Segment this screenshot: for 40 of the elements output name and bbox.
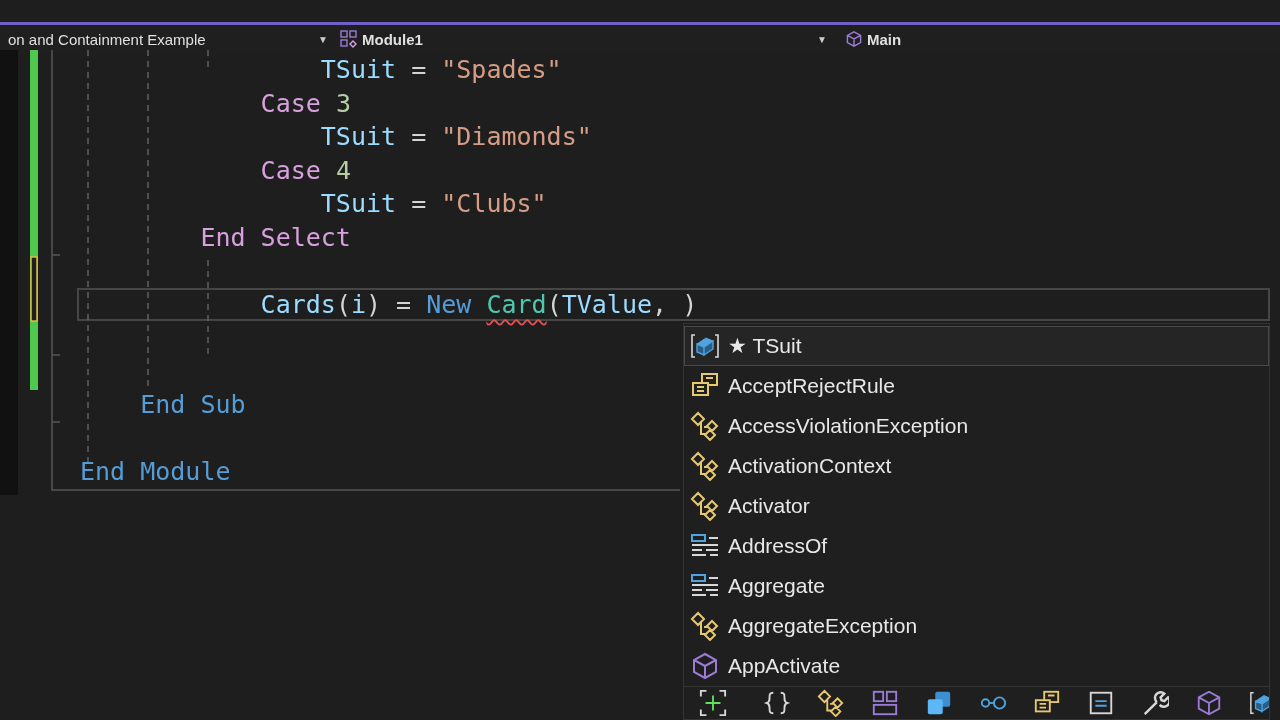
member-dropdown[interactable]: Main xyxy=(867,30,902,48)
grid-icon[interactable] xyxy=(871,689,899,717)
code-line: End Select xyxy=(200,222,351,252)
wrench-icon[interactable] xyxy=(1141,689,1169,717)
document-icon[interactable] xyxy=(1087,689,1115,717)
cube-icon xyxy=(690,651,720,681)
squares-icon[interactable] xyxy=(925,689,953,717)
completion-item[interactable]: ★ TSuit xyxy=(684,326,1269,366)
completion-item[interactable]: Activator xyxy=(684,486,1269,526)
class-icon xyxy=(817,689,845,717)
completion-item[interactable]: AggregateException xyxy=(684,606,1269,646)
expand-icon[interactable] xyxy=(699,689,727,717)
cube-icon xyxy=(845,30,863,48)
module-icon xyxy=(340,30,358,48)
code-line: Case 4 xyxy=(260,155,351,185)
field-icon xyxy=(690,331,720,361)
braces-icon[interactable] xyxy=(763,689,791,717)
code-line: TSuit = "Clubs" xyxy=(320,189,547,219)
cube-icon xyxy=(1195,689,1223,717)
completion-item[interactable]: AcceptRejectRule xyxy=(684,366,1269,406)
module-dropdown[interactable]: Module1 xyxy=(362,30,423,48)
completion-item[interactable]: ActivationContext xyxy=(684,446,1269,486)
completion-item[interactable]: Aggregate xyxy=(684,566,1269,606)
field-icon xyxy=(1249,689,1269,717)
code-line: Cards(i) = New Card(TValue, ) xyxy=(260,289,698,319)
completion-item[interactable]: AppActivate xyxy=(684,646,1269,686)
caret-icon[interactable]: ▼ xyxy=(817,33,827,45)
class-icon xyxy=(690,611,720,641)
class-icon xyxy=(690,411,720,441)
code-line: End Module xyxy=(80,457,231,487)
code-line: Case 3 xyxy=(260,88,351,118)
code-line: TSuit = "Diamonds" xyxy=(320,122,592,152)
class-icon xyxy=(690,491,720,521)
code-line: TSuit = "Spades" xyxy=(320,55,562,85)
class-icon xyxy=(690,451,720,481)
project-dropdown[interactable]: on and Containment Example xyxy=(0,30,315,48)
code-line: End Sub xyxy=(140,390,246,420)
completion-item[interactable]: AddressOf xyxy=(684,526,1269,566)
completion-item[interactable]: AccessViolationException xyxy=(684,406,1269,446)
caret-icon[interactable]: ▼ xyxy=(318,33,328,45)
